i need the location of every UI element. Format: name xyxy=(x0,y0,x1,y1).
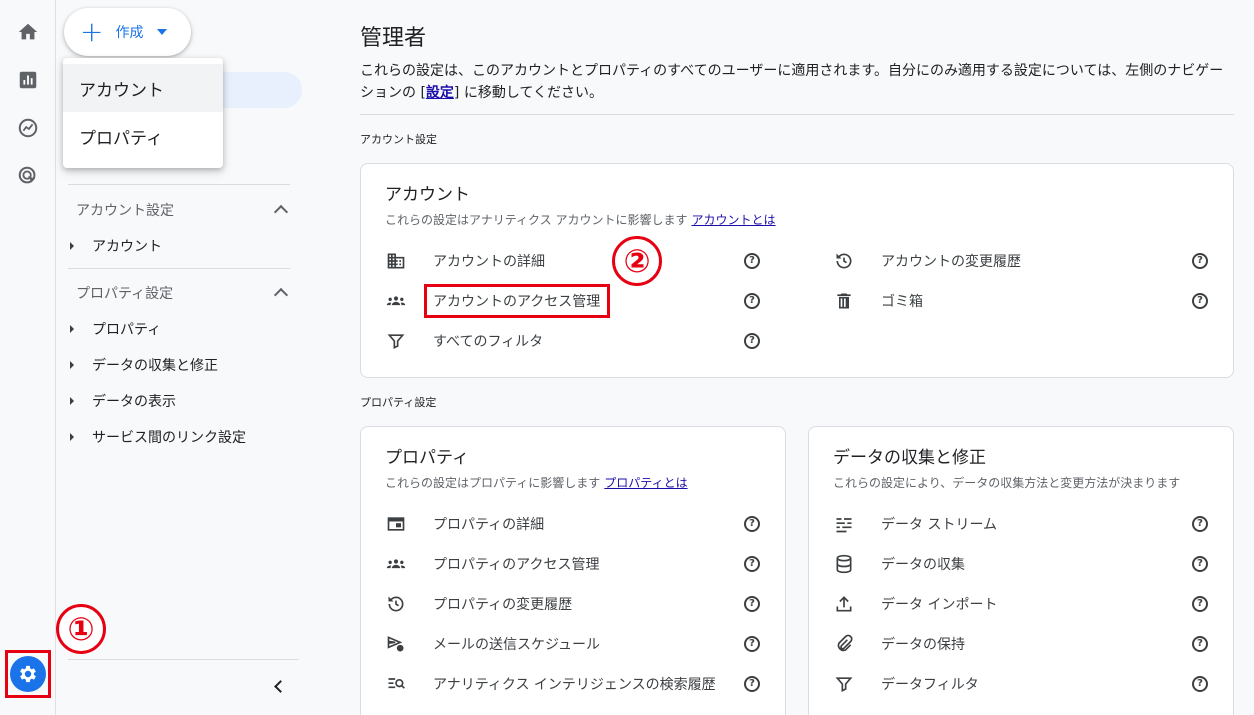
upload-icon xyxy=(833,593,855,615)
nav-item-data-display[interactable]: データの表示 xyxy=(70,391,176,411)
help-icon[interactable]: ? xyxy=(1192,676,1208,692)
help-icon[interactable]: ? xyxy=(1192,636,1208,652)
collapse-nav-button[interactable] xyxy=(268,676,288,696)
what-is-property-link[interactable]: プロパティとは xyxy=(604,476,687,490)
chevron-left-icon xyxy=(273,679,287,693)
scheduled-send-icon xyxy=(385,633,407,655)
row-trash[interactable]: ゴミ箱 xyxy=(833,289,923,313)
card-subtitle: これらの設定により、データの収集方法と変更方法が決まります xyxy=(833,476,1181,490)
nav-item-account[interactable]: アカウント xyxy=(70,236,162,256)
row-intelligence-search-history[interactable]: アナリティクス インテリジェンスの検索履歴 xyxy=(385,672,716,696)
filter-icon xyxy=(385,330,407,352)
row-property-access-management[interactable]: プロパティのアクセス管理 xyxy=(385,552,599,576)
row-account-details[interactable]: アカウントの詳細 xyxy=(385,249,545,273)
card-subtitle: これらの設定はアナリティクス アカウントに影響します アカウントとは xyxy=(385,213,776,227)
expand-arrow-icon xyxy=(70,361,74,369)
card-subtitle: これらの設定はプロパティに影響します プロパティとは xyxy=(385,476,688,490)
card-title: データの収集と修正 xyxy=(833,448,986,468)
divider xyxy=(360,114,1234,115)
nav-item-property[interactable]: プロパティ xyxy=(70,319,161,339)
nav-divider xyxy=(68,659,299,660)
nav-section-account[interactable]: アカウント設定 xyxy=(76,200,290,220)
chevron-up-icon xyxy=(273,204,289,220)
gear-icon xyxy=(20,665,36,683)
row-email-schedule[interactable]: メールの送信スケジュール xyxy=(385,632,600,656)
home-icon[interactable] xyxy=(14,18,42,46)
selected-nav-pill xyxy=(219,72,302,108)
expand-arrow-icon xyxy=(70,325,74,333)
nav-rail xyxy=(0,0,56,715)
data-collection-card: データの収集と修正 これらの設定により、データの収集方法と変更方法が決まります … xyxy=(808,426,1234,715)
help-icon[interactable]: ? xyxy=(1192,293,1208,309)
annotation-2: ② xyxy=(612,236,662,286)
create-label: 作成 xyxy=(115,25,144,41)
trash-icon xyxy=(833,290,855,312)
create-menu-item-property[interactable]: プロパティ xyxy=(63,112,223,160)
help-icon[interactable]: ? xyxy=(1192,516,1208,532)
nav-section-property[interactable]: プロパティ設定 xyxy=(76,283,290,303)
help-icon[interactable]: ? xyxy=(744,636,760,652)
what-is-account-link[interactable]: アカウントとは xyxy=(692,213,776,227)
attachment-icon xyxy=(833,633,855,655)
row-data-import[interactable]: データ インポート xyxy=(833,592,997,616)
section-label-property: プロパティ設定 xyxy=(360,396,437,409)
help-icon[interactable]: ? xyxy=(744,293,760,309)
reports-icon[interactable] xyxy=(14,66,42,94)
row-data-filters[interactable]: データフィルタ xyxy=(833,672,979,696)
row-data-streams[interactable]: データ ストリーム xyxy=(833,512,997,536)
admin-gear-button[interactable] xyxy=(10,656,46,692)
list-search-icon xyxy=(385,673,407,695)
row-property-change-history[interactable]: プロパティの変更履歴 xyxy=(385,592,572,616)
nav-divider xyxy=(68,268,290,269)
advertising-icon[interactable] xyxy=(14,162,42,190)
row-account-change-history[interactable]: アカウントの変更履歴 xyxy=(833,249,1021,273)
create-button[interactable]: + 作成 xyxy=(64,8,191,56)
history-icon xyxy=(833,250,855,272)
expand-arrow-icon xyxy=(70,242,74,250)
plus-icon: + xyxy=(80,15,104,48)
filter-icon xyxy=(833,673,855,695)
help-icon[interactable]: ? xyxy=(1192,556,1208,572)
database-icon xyxy=(833,553,855,575)
card-layout-icon xyxy=(385,513,407,535)
help-icon[interactable]: ? xyxy=(1192,253,1208,269)
row-data-retention[interactable]: データの保持 xyxy=(833,632,965,656)
row-all-filters[interactable]: すべてのフィルタ xyxy=(385,329,543,353)
caret-down-icon xyxy=(157,29,168,35)
side-nav: + 作成 アカウント プロパティ アカウント設定 アカウント プロパティ設定 プ… xyxy=(56,0,306,715)
nav-item-data-collection[interactable]: データの収集と修正 xyxy=(70,355,218,375)
create-menu: アカウント プロパティ xyxy=(63,58,223,168)
expand-arrow-icon xyxy=(70,397,74,405)
nav-item-product-links[interactable]: サービス間のリンク設定 xyxy=(70,427,246,447)
row-data-collection[interactable]: データの収集 xyxy=(833,552,965,576)
section-label-account: アカウント設定 xyxy=(360,133,437,146)
card-title: アカウント xyxy=(385,185,470,205)
help-icon[interactable]: ? xyxy=(744,596,760,612)
building-icon xyxy=(385,250,407,272)
help-icon[interactable]: ? xyxy=(744,556,760,572)
account-card: アカウント これらの設定はアナリティクス アカウントに影響します アカウントとは … xyxy=(360,163,1234,378)
chevron-up-icon xyxy=(273,287,289,303)
help-icon[interactable]: ? xyxy=(744,253,760,269)
settings-link[interactable]: 設定 xyxy=(426,85,454,101)
property-card: プロパティ これらの設定はプロパティに影響します プロパティとは プロパティの詳細… xyxy=(360,426,786,715)
annotation-highlight-box xyxy=(424,284,610,318)
help-icon[interactable]: ? xyxy=(744,333,760,349)
streams-icon xyxy=(833,513,855,535)
expand-arrow-icon xyxy=(70,433,74,441)
help-icon[interactable]: ? xyxy=(744,676,760,692)
help-icon[interactable]: ? xyxy=(744,516,760,532)
people-icon xyxy=(385,553,407,575)
nav-divider xyxy=(68,184,290,185)
page-title: 管理者 xyxy=(360,26,427,51)
card-title: プロパティ xyxy=(385,448,469,468)
people-icon xyxy=(385,290,407,312)
row-property-details[interactable]: プロパティの詳細 xyxy=(385,512,544,536)
history-icon xyxy=(385,593,407,615)
explore-icon[interactable] xyxy=(14,114,42,142)
page-description: これらの設定は、このアカウントとプロパティのすべてのユーザーに適用されます。自分… xyxy=(360,63,1224,101)
help-icon[interactable]: ? xyxy=(1192,596,1208,612)
admin-highlight xyxy=(5,650,51,698)
create-menu-item-account[interactable]: アカウント xyxy=(63,64,223,112)
